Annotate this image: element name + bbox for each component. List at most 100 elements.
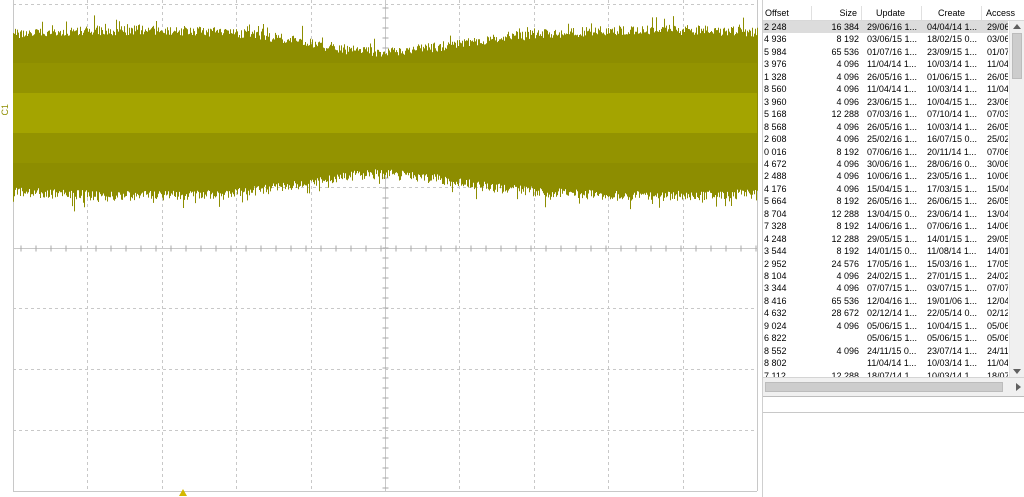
- cell-size: 8 192: [836, 146, 859, 157]
- cell-create: 07/10/14 1...: [927, 109, 978, 120]
- cell-create: 26/06/15 1...: [927, 196, 978, 207]
- file-row[interactable]: 8 416 65 536 12/04/16 1... 19/01/06 1... 12/…: [763, 295, 1008, 307]
- cell-offset: 6 822: [764, 333, 787, 344]
- cell-offset: 3 976: [764, 59, 787, 70]
- cell-create: 01/06/15 1...: [927, 71, 978, 82]
- file-row[interactable]: 0 016 8 192 07/06/16 1... 20/11/14 1... 07/0…: [763, 146, 1008, 158]
- cell-offset: 7 328: [764, 221, 787, 232]
- file-row[interactable]: 2 952 24 576 17/05/16 1... 15/03/16 1... 17/…: [763, 258, 1008, 270]
- file-row[interactable]: 3 976 4 096 11/04/14 1... 10/03/14 1... 11/0…: [763, 58, 1008, 70]
- cell-update: 26/05/16 1...: [867, 196, 918, 207]
- file-row[interactable]: 8 704 12 288 13/04/15 0... 23/06/14 1... 13/…: [763, 208, 1008, 220]
- cell-access: 13/04...: [987, 208, 1008, 219]
- file-row[interactable]: 3 344 4 096 07/07/15 1... 03/07/15 1... 07/0…: [763, 282, 1008, 294]
- cell-create: 17/03/15 1...: [927, 183, 978, 194]
- cell-update: 29/06/16 1...: [867, 22, 918, 32]
- horizontal-scroll-thumb[interactable]: [765, 382, 1003, 392]
- cell-update: 07/07/15 1...: [867, 283, 918, 294]
- cell-access: 11/04...: [987, 59, 1008, 70]
- cell-access: 17/05...: [987, 258, 1008, 269]
- file-row[interactable]: 2 248 16 384 29/06/16 1... 04/04/14 1... 29/…: [763, 21, 1008, 33]
- cell-update: 14/06/16 1...: [867, 221, 918, 232]
- file-row[interactable]: 4 672 4 096 30/06/16 1... 28/06/16 0... 30/0…: [763, 158, 1008, 170]
- cell-create: 22/05/14 0...: [927, 308, 978, 319]
- cell-create: 16/07/15 0...: [927, 134, 978, 145]
- cell-access: 26/05...: [987, 71, 1008, 82]
- cell-size: 4 096: [836, 71, 859, 82]
- column-header-create[interactable]: Create: [922, 6, 982, 20]
- cell-update: 24/02/15 1...: [867, 271, 918, 281]
- file-row[interactable]: 2 608 4 096 25/02/16 1... 16/07/15 0... 25/0…: [763, 133, 1008, 145]
- cell-create: 20/11/14 1...: [927, 146, 977, 157]
- cell-size: 24 576: [831, 258, 859, 269]
- cell-create: 19/01/06 1...: [927, 295, 978, 306]
- file-row[interactable]: 7 328 8 192 14/06/16 1... 07/06/16 1... 14/0…: [763, 220, 1008, 232]
- cell-create: 07/06/16 1...: [927, 221, 978, 232]
- cell-update: 02/12/14 1...: [867, 308, 918, 319]
- column-header-access[interactable]: Access: [982, 6, 1024, 20]
- vertical-scrollbar[interactable]: [1009, 21, 1024, 377]
- scroll-down-icon[interactable]: [1013, 369, 1021, 374]
- file-row[interactable]: 8 552 4 096 24/11/15 0... 23/07/14 1... 24/1…: [763, 345, 1008, 357]
- cell-create: 03/07/15 1...: [927, 283, 978, 294]
- waveform-halo: [13, 63, 757, 163]
- file-row[interactable]: 3 960 4 096 23/06/15 1... 10/04/15 1... 23/0…: [763, 96, 1008, 108]
- cell-update: 05/06/15 1...: [867, 333, 918, 344]
- file-row[interactable]: 4 248 12 288 29/05/15 1... 14/01/15 1... 29/…: [763, 233, 1008, 245]
- file-row[interactable]: 8 568 4 096 26/05/16 1... 10/03/14 1... 26/0…: [763, 121, 1008, 133]
- cell-size: 8 192: [836, 34, 859, 45]
- cell-size: 4 096: [836, 183, 859, 194]
- cell-create: 14/01/15 1...: [927, 233, 978, 244]
- oscilloscope-display[interactable]: C1: [0, 0, 762, 497]
- cell-update: 15/04/15 1...: [867, 183, 918, 194]
- cell-access: 29/06...: [987, 22, 1008, 32]
- cell-update: 26/05/16 1...: [867, 121, 918, 132]
- column-header-offset[interactable]: Offset: [763, 6, 812, 20]
- cell-update: 10/06/16 1...: [867, 171, 918, 182]
- cell-access: 14/01...: [987, 246, 1008, 257]
- cell-update: 25/02/16 1...: [867, 134, 918, 145]
- horizontal-scrollbar[interactable]: [763, 377, 1024, 397]
- cell-access: 07/03...: [987, 109, 1008, 120]
- vertical-scroll-thumb[interactable]: [1012, 33, 1022, 79]
- channel-label: C1: [0, 104, 10, 116]
- cell-access: 23/06...: [987, 96, 1008, 107]
- cell-size: 8 192: [836, 196, 859, 207]
- file-row[interactable]: 5 984 65 536 01/07/16 1... 23/09/15 1... 01/…: [763, 46, 1008, 58]
- cell-offset: 1 328: [764, 71, 787, 82]
- file-row[interactable]: 8 802 11/04/14 1... 10/03/14 1... 11/04...: [763, 357, 1008, 369]
- cell-access: 30/06...: [987, 158, 1008, 169]
- cell-update: 12/04/16 1...: [867, 295, 918, 306]
- file-row[interactable]: 8 560 4 096 11/04/14 1... 10/03/14 1... 11/0…: [763, 83, 1008, 95]
- column-header-update[interactable]: Update: [862, 6, 922, 20]
- cell-access: 26/05...: [987, 196, 1008, 207]
- scroll-right-icon[interactable]: [1016, 383, 1021, 391]
- column-header-size[interactable]: Size: [812, 6, 862, 20]
- cell-update: 14/01/15 0...: [867, 246, 918, 257]
- cell-access: 25/02...: [987, 134, 1008, 145]
- cell-size: 65 536: [831, 295, 859, 306]
- cell-update: 07/03/16 1...: [867, 109, 918, 120]
- file-row[interactable]: 4 632 28 672 02/12/14 1... 22/05/14 0... 02/…: [763, 307, 1008, 319]
- cell-update: 30/06/16 1...: [867, 158, 918, 169]
- cell-update: 11/04/14 1...: [867, 59, 917, 70]
- cell-access: 05/06...: [987, 333, 1008, 344]
- file-row[interactable]: 3 544 8 192 14/01/15 0... 11/08/14 1... 14/0…: [763, 245, 1008, 257]
- file-row[interactable]: 6 822 05/06/15 1... 05/06/15 1... 05/06...: [763, 332, 1008, 344]
- file-row[interactable]: 5 168 12 288 07/03/16 1... 07/10/14 1... 07/…: [763, 108, 1008, 120]
- scroll-up-icon[interactable]: [1013, 24, 1021, 29]
- file-row[interactable]: 4 936 8 192 03/06/15 1... 18/02/15 0... 03/0…: [763, 33, 1008, 45]
- cell-update: 05/06/15 1...: [867, 320, 918, 331]
- file-row[interactable]: 9 024 4 096 05/06/15 1... 10/04/15 1... 05/0…: [763, 320, 1008, 332]
- file-row[interactable]: 4 176 4 096 15/04/15 1... 17/03/15 1... 15/0…: [763, 183, 1008, 195]
- trigger-arrow-icon[interactable]: [179, 489, 187, 496]
- file-row[interactable]: 5 664 8 192 26/05/16 1... 26/06/15 1... 26/0…: [763, 195, 1008, 207]
- cell-offset: 2 608: [764, 134, 787, 145]
- cell-create: 28/06/16 0...: [927, 158, 978, 169]
- cell-access: 26/05...: [987, 121, 1008, 132]
- file-row[interactable]: 8 104 4 096 24/02/15 1... 27/01/15 1... 24/0…: [763, 270, 1008, 282]
- cell-offset: 4 936: [764, 34, 787, 45]
- cell-size: 4 096: [836, 171, 859, 182]
- file-row[interactable]: 1 328 4 096 26/05/16 1... 01/06/15 1... 26/0…: [763, 71, 1008, 83]
- file-row[interactable]: 2 488 4 096 10/06/16 1... 23/05/16 1... 10/0…: [763, 170, 1008, 182]
